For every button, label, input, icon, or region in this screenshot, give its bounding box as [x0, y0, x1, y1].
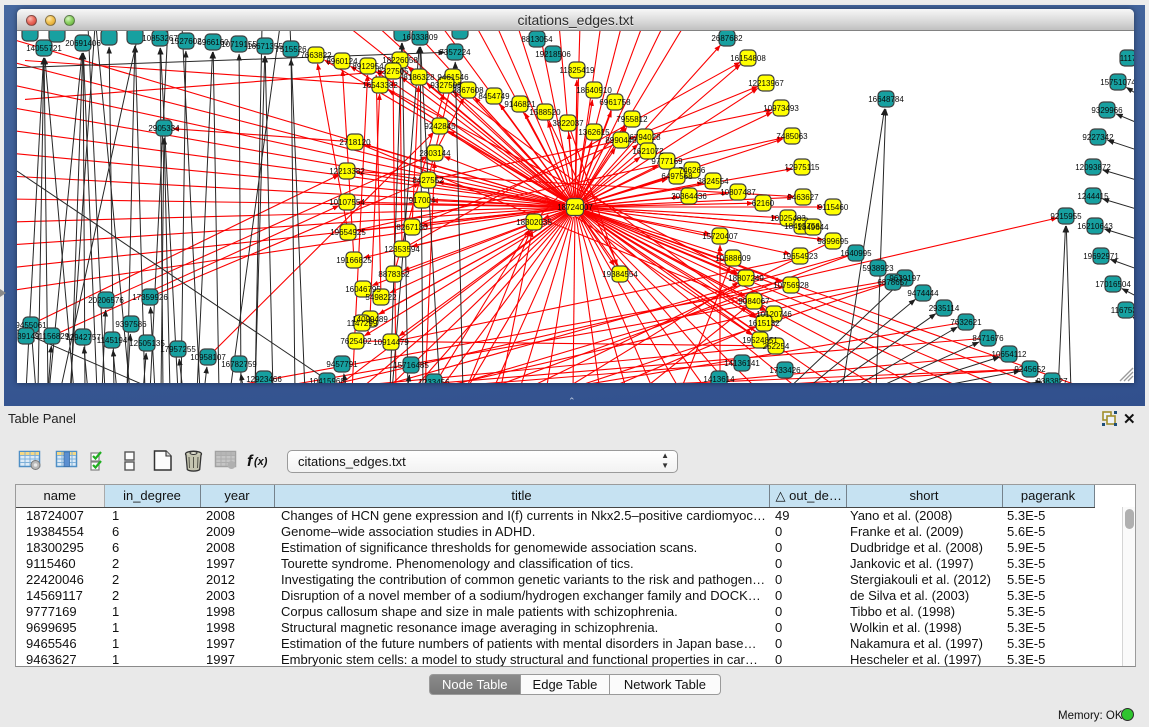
svg-text:18807249: 18807249 — [728, 274, 764, 283]
svg-text:1233456: 1233456 — [418, 378, 450, 383]
svg-text:2803144: 2803144 — [419, 149, 451, 158]
svg-text:8471676: 8471676 — [972, 334, 1004, 343]
svg-text:9383827: 9383827 — [1036, 377, 1068, 383]
svg-text:14136141: 14136141 — [724, 359, 760, 368]
svg-text:18640910: 18640910 — [576, 86, 612, 95]
svg-text:2687682: 2687682 — [711, 34, 743, 43]
svg-text:10914479: 10914479 — [373, 338, 409, 347]
svg-text:12213382: 12213382 — [329, 167, 365, 176]
svg-text:10120746: 10120746 — [756, 310, 792, 319]
svg-text:16648784: 16648784 — [868, 95, 904, 104]
svg-text:12975115: 12975115 — [785, 163, 821, 172]
svg-text:19166825: 19166825 — [336, 256, 372, 265]
svg-text:16543382: 16543382 — [362, 81, 398, 90]
svg-text:8427552: 8427552 — [412, 176, 444, 185]
svg-text:19384554: 19384554 — [602, 270, 638, 279]
svg-text:8267130: 8267130 — [396, 223, 428, 232]
svg-text:9474444: 9474444 — [907, 289, 939, 298]
svg-text:252254: 252254 — [763, 342, 790, 351]
svg-text:5498222: 5498222 — [365, 293, 397, 302]
svg-text:16033809: 16033809 — [402, 33, 438, 42]
svg-text:3822037: 3822037 — [552, 119, 584, 128]
svg-text:1640995: 1640995 — [840, 249, 872, 258]
svg-text:1244415: 1244415 — [1077, 192, 1109, 201]
svg-text:10415968: 10415968 — [309, 377, 345, 383]
svg-text:6497568: 6497568 — [661, 172, 693, 181]
svg-text:9215955: 9215955 — [1050, 212, 1082, 221]
svg-text:9777169: 9777169 — [651, 157, 683, 166]
svg-text:1621072: 1621072 — [632, 147, 664, 156]
svg-text:19654925: 19654925 — [330, 228, 366, 237]
svg-text:17016504: 17016504 — [1095, 280, 1131, 289]
svg-text:10107554: 10107554 — [329, 198, 365, 207]
svg-text:6961758: 6961758 — [599, 98, 631, 107]
svg-text:20691406: 20691406 — [65, 39, 101, 48]
svg-text:10807487: 10807487 — [720, 188, 756, 197]
svg-text:10756928: 10756928 — [773, 281, 809, 290]
svg-text:12353594: 12353594 — [384, 245, 420, 254]
svg-text:7625402: 7625402 — [340, 337, 372, 346]
svg-text:1147299: 1147299 — [347, 319, 378, 328]
svg-text:7955812: 7955812 — [616, 115, 648, 124]
svg-text:15751074: 15751074 — [1100, 78, 1134, 87]
svg-text:7485063: 7485063 — [776, 132, 808, 141]
svg-text:10654112: 10654112 — [992, 350, 1028, 359]
svg-text:18724007: 18724007 — [557, 203, 593, 212]
svg-text:17359926: 17359926 — [132, 293, 168, 302]
svg-text:2935114: 2935114 — [929, 304, 960, 313]
svg-text:7632621: 7632621 — [950, 318, 982, 327]
svg-text:15720407: 15720407 — [702, 232, 738, 241]
svg-text:9084067: 9084067 — [738, 297, 770, 306]
svg-text:1167530: 1167530 — [1111, 306, 1134, 315]
svg-text:6794028: 6794028 — [629, 133, 661, 142]
svg-text:917004: 917004 — [409, 196, 436, 205]
svg-text:1145194: 1145194 — [97, 336, 128, 345]
svg-text:10688609: 10688609 — [715, 254, 751, 263]
svg-text:12923466: 12923466 — [246, 375, 282, 383]
svg-text:5938923: 5938923 — [862, 264, 894, 273]
svg-text:8878352: 8878352 — [378, 270, 410, 279]
svg-text:1413614: 1413614 — [703, 375, 735, 383]
svg-text:12213967: 12213967 — [748, 79, 784, 88]
svg-text:12093872: 12093872 — [1075, 163, 1111, 172]
svg-text:8813054: 8813054 — [521, 35, 553, 44]
svg-text:11325419: 11325419 — [560, 66, 596, 75]
svg-text:16210643: 16210643 — [1077, 222, 1113, 231]
svg-text:7357224: 7357224 — [439, 48, 471, 57]
svg-text:9899695: 9899695 — [817, 237, 849, 246]
svg-text:9397586: 9397586 — [115, 320, 147, 329]
svg-text:6878657: 6878657 — [877, 278, 909, 287]
svg-text:f: f — [247, 453, 254, 470]
svg-text:1117: 1117 — [1120, 54, 1134, 63]
svg-text:9329966: 9329966 — [1091, 106, 1123, 115]
svg-text:1615132: 1615132 — [748, 319, 780, 328]
svg-text:9115460: 9115460 — [818, 203, 849, 212]
svg-text:19218506: 19218506 — [535, 50, 571, 59]
svg-text:1733426: 1733426 — [769, 366, 801, 375]
svg-text:(x): (x) — [254, 456, 268, 468]
svg-text:19692971: 19692971 — [1083, 252, 1119, 261]
svg-text:16782759: 16782759 — [221, 360, 257, 369]
svg-text:1588520: 1588520 — [529, 108, 561, 117]
svg-text:62160: 62160 — [752, 199, 775, 208]
svg-text:2905334: 2905334 — [148, 124, 180, 133]
svg-text:9463627: 9463627 — [787, 193, 819, 202]
svg-text:20364436: 20364436 — [671, 192, 707, 201]
svg-text:1849644: 1849644 — [797, 223, 829, 232]
svg-text:9245652: 9245652 — [1014, 365, 1046, 374]
svg-text:16154808: 16154808 — [730, 54, 766, 63]
svg-text:9457791: 9457791 — [326, 360, 358, 369]
svg-text:19654923: 19654923 — [782, 252, 818, 261]
svg-text:14055721: 14055721 — [26, 44, 62, 53]
svg-text:9455061: 9455061 — [17, 321, 47, 330]
svg-text:20206576: 20206576 — [88, 296, 124, 305]
svg-text:10973493: 10973493 — [763, 104, 799, 113]
svg-text:18226058: 18226058 — [382, 56, 418, 65]
svg-text:2718120: 2718120 — [339, 138, 371, 147]
svg-text:18302035: 18302035 — [516, 218, 552, 227]
svg-text:9227342: 9227342 — [1082, 133, 1114, 142]
svg-text:3824554: 3824554 — [697, 177, 729, 186]
svg-text:15716485: 15716485 — [393, 361, 429, 370]
svg-text:9242845: 9242845 — [424, 122, 456, 131]
